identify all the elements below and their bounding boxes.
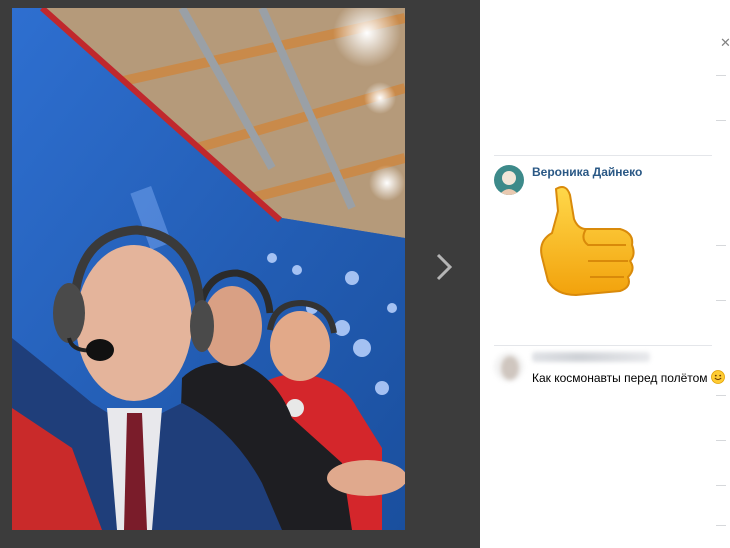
divider [494,345,712,346]
divider [716,440,726,441]
selfie-photo[interactable] [12,8,405,530]
divider [716,395,726,396]
comment-author[interactable]: Вероника Дайнеко [532,165,642,179]
chevron-right-icon [436,253,453,281]
photo-image [12,8,405,530]
avatar[interactable] [494,352,524,382]
comment-text-content: Как космонавты перед полётом [532,371,708,385]
divider [716,300,726,301]
avatar[interactable] [494,165,524,195]
divider [716,245,726,246]
divider [716,75,726,76]
avatar-image [494,352,524,382]
thumbs-up-sticker [540,186,635,297]
avatar-image [494,165,524,195]
comments-panel: ✕ Вероника Дайнеко Как космонавты перед … [480,0,730,548]
photo-viewer [0,0,480,548]
divider [716,485,726,486]
comment-text: Как космонавты перед полётом [532,370,725,387]
comment-author-redacted [532,352,650,362]
divider [494,155,712,156]
close-icon[interactable]: ✕ [720,36,730,50]
next-photo-button[interactable] [432,252,456,282]
divider [716,120,726,121]
divider [716,525,726,526]
smiling-face-emoji [710,370,725,387]
